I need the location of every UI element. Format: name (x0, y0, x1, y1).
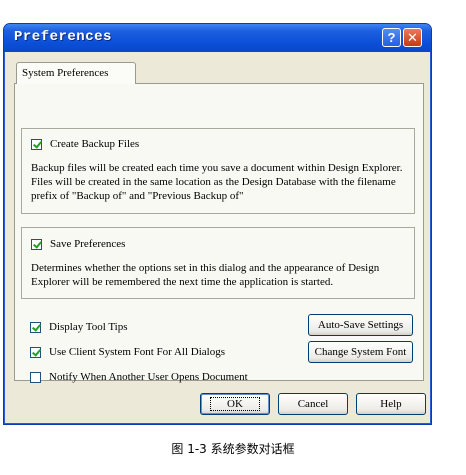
save-preferences-group: Save Preferences Determines whether the … (21, 227, 415, 299)
save-preferences-option[interactable]: Save Preferences (31, 238, 125, 250)
help-button[interactable]: Help (356, 393, 426, 415)
notify-user-checkbox[interactable] (30, 371, 41, 383)
notify-user-label: Notify When Another User Opens Document (49, 371, 248, 383)
cancel-button[interactable]: Cancel (278, 393, 348, 415)
save-preferences-label: Save Preferences (50, 238, 126, 250)
preferences-dialog: Preferences ? ✕ System Preferences Creat… (3, 23, 432, 425)
system-preferences-panel: Create Backup Files Backup files will be… (14, 83, 424, 383)
ok-button[interactable]: OK (200, 393, 270, 415)
backup-checkbox[interactable] (31, 138, 42, 150)
backup-group: Create Backup Files Backup files will be… (21, 128, 415, 214)
title-bar[interactable]: Preferences ? ✕ (4, 24, 431, 52)
save-preferences-description: Determines whether the options set in th… (31, 262, 380, 288)
ok-button-label: OK (210, 397, 260, 411)
auto-save-settings-button[interactable]: Auto-Save Settings (308, 314, 413, 336)
display-tooltips-label: Display Tool Tips (49, 321, 128, 333)
help-title-button[interactable]: ? (382, 28, 401, 47)
save-preferences-checkbox[interactable] (31, 238, 42, 250)
client-font-label: Use Client System Font For All Dialogs (49, 346, 226, 358)
notify-user-option[interactable]: Notify When Another User Opens Document (30, 371, 248, 383)
display-tooltips-option[interactable]: Display Tool Tips (30, 321, 128, 333)
backup-description: Backup files will be created each time y… (31, 162, 403, 202)
figure-caption: 图 1-3 系统参数对话框 (171, 442, 295, 456)
display-tooltips-checkbox[interactable] (30, 321, 41, 333)
change-system-font-button[interactable]: Change System Font (308, 341, 413, 363)
dialog-title: Preferences (14, 29, 112, 45)
question-icon: ? (387, 30, 396, 45)
tab-system-preferences[interactable]: System Preferences (16, 62, 136, 84)
client-font-checkbox[interactable] (30, 346, 41, 358)
backup-checkbox-label: Create Backup Files (50, 138, 140, 150)
backup-option[interactable]: Create Backup Files (31, 138, 139, 150)
client-font-option[interactable]: Use Client System Font For All Dialogs (30, 346, 225, 358)
close-button[interactable]: ✕ (403, 28, 422, 47)
close-icon: ✕ (407, 29, 418, 45)
